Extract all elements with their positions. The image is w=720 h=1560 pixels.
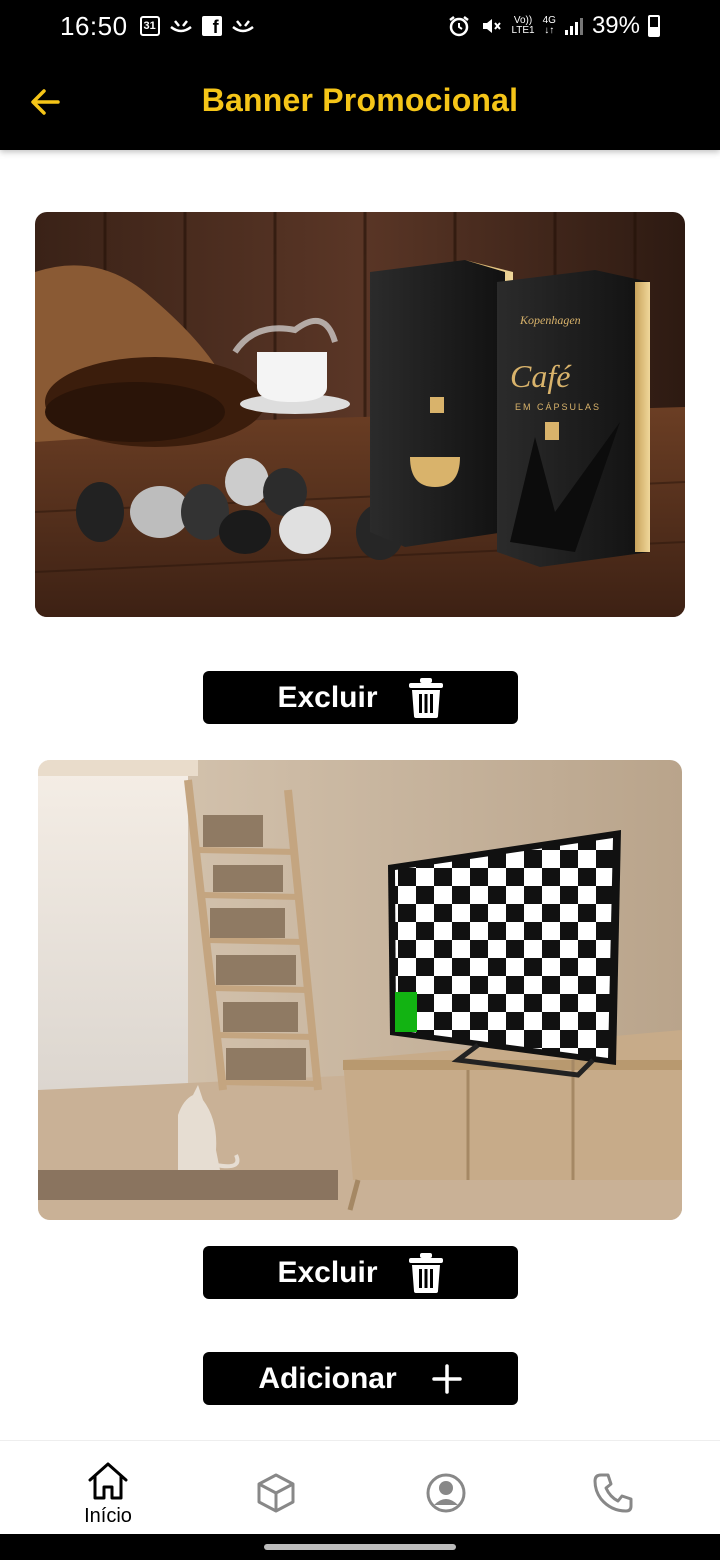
banner-product-text: Café bbox=[510, 358, 572, 394]
facebook-icon: f bbox=[201, 16, 222, 36]
add-banner-button[interactable]: Adicionar bbox=[203, 1352, 518, 1405]
calendar-icon: 31 bbox=[139, 16, 160, 36]
phone-icon bbox=[593, 1473, 633, 1513]
app-notification-icon bbox=[231, 20, 254, 33]
banner-image-living-room bbox=[38, 760, 682, 1220]
trash-icon bbox=[408, 677, 443, 718]
banner-image-coffee: Kopenhagen Café EM CÁPSULAS bbox=[35, 212, 685, 617]
nav-item-products[interactable] bbox=[216, 1441, 336, 1535]
mute-icon bbox=[483, 19, 502, 33]
living-room-image bbox=[38, 760, 682, 1220]
gesture-bar bbox=[0, 1534, 720, 1560]
coffee-promo-image: Kopenhagen Café EM CÁPSULAS bbox=[35, 212, 685, 617]
signal-icon bbox=[564, 18, 583, 35]
status-system-icons: Vo)) LTE1 4G ↓↑ 39% bbox=[447, 12, 660, 40]
volte-indicator: Vo)) LTE1 bbox=[511, 15, 535, 36]
banner-brand-text: Kopenhagen bbox=[519, 313, 581, 327]
nav-item-label: Início bbox=[84, 1505, 132, 1527]
app-bar: Banner Promocional bbox=[0, 52, 720, 150]
bottom-navigation: Início bbox=[0, 1440, 720, 1535]
alarm-icon bbox=[449, 16, 470, 37]
delete-banner-button[interactable]: Excluir bbox=[203, 1246, 518, 1299]
battery-percent: 39% bbox=[591, 12, 640, 39]
battery-icon bbox=[648, 15, 660, 37]
plus-icon bbox=[431, 1363, 462, 1394]
add-button-label: Adicionar bbox=[258, 1361, 397, 1395]
network-4g-indicator: 4G ↓↑ bbox=[542, 15, 556, 36]
app-notification-icon bbox=[169, 20, 192, 33]
box-icon bbox=[257, 1473, 295, 1513]
home-gesture-handle[interactable] bbox=[264, 1544, 456, 1550]
status-bar: 16:50 31 f Vo)) LTE1 4G ↓↑ 39% bbox=[0, 0, 720, 52]
delete-banner-button[interactable]: Excluir bbox=[203, 671, 518, 724]
nav-item-contact[interactable] bbox=[553, 1441, 673, 1535]
banner-product-subtext: EM CÁPSULAS bbox=[515, 402, 601, 412]
delete-button-label: Excluir bbox=[277, 680, 378, 714]
delete-button-label: Excluir bbox=[277, 1255, 378, 1289]
status-notification-icons: 31 f bbox=[139, 16, 256, 36]
nav-item-home[interactable]: Início bbox=[48, 1441, 168, 1535]
nav-item-profile[interactable] bbox=[386, 1441, 506, 1535]
trash-icon bbox=[408, 1252, 443, 1293]
home-icon bbox=[88, 1462, 128, 1500]
status-time: 16:50 bbox=[60, 10, 128, 41]
user-circle-icon bbox=[426, 1473, 466, 1513]
page-title: Banner Promocional bbox=[201, 82, 519, 118]
